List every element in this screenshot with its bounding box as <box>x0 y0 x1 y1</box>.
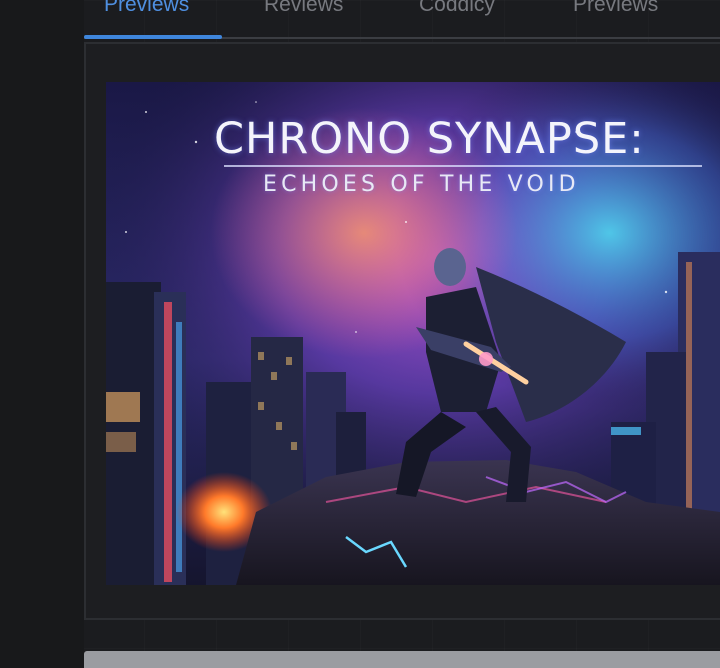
game-cover-image[interactable]: CHRONO SYNAPSE: ECHOES OF THE VOID <box>106 82 720 585</box>
tab-reviews[interactable]: Reviews <box>264 0 343 37</box>
tab-label: Previews <box>104 0 190 16</box>
tab-previews-secondary[interactable]: Previews <box>573 0 658 37</box>
tab-previews[interactable]: Previews <box>104 0 189 37</box>
active-tab-indicator <box>84 35 222 39</box>
tab-label: Reviews <box>264 0 344 16</box>
title-divider <box>224 165 702 167</box>
tab-coddicy[interactable]: Coddicy <box>419 0 495 37</box>
app-window: Previews Reviews Coddicy Previews CHRONO… <box>0 0 720 668</box>
game-subtitle: ECHOES OF THE VOID <box>263 172 580 197</box>
game-title: CHRONO SYNAPSE: <box>214 114 645 164</box>
left-sidebar <box>0 0 84 668</box>
bottom-panel <box>84 651 720 668</box>
tab-label: Previews <box>573 0 659 16</box>
tab-label: Coddicy <box>419 0 495 16</box>
